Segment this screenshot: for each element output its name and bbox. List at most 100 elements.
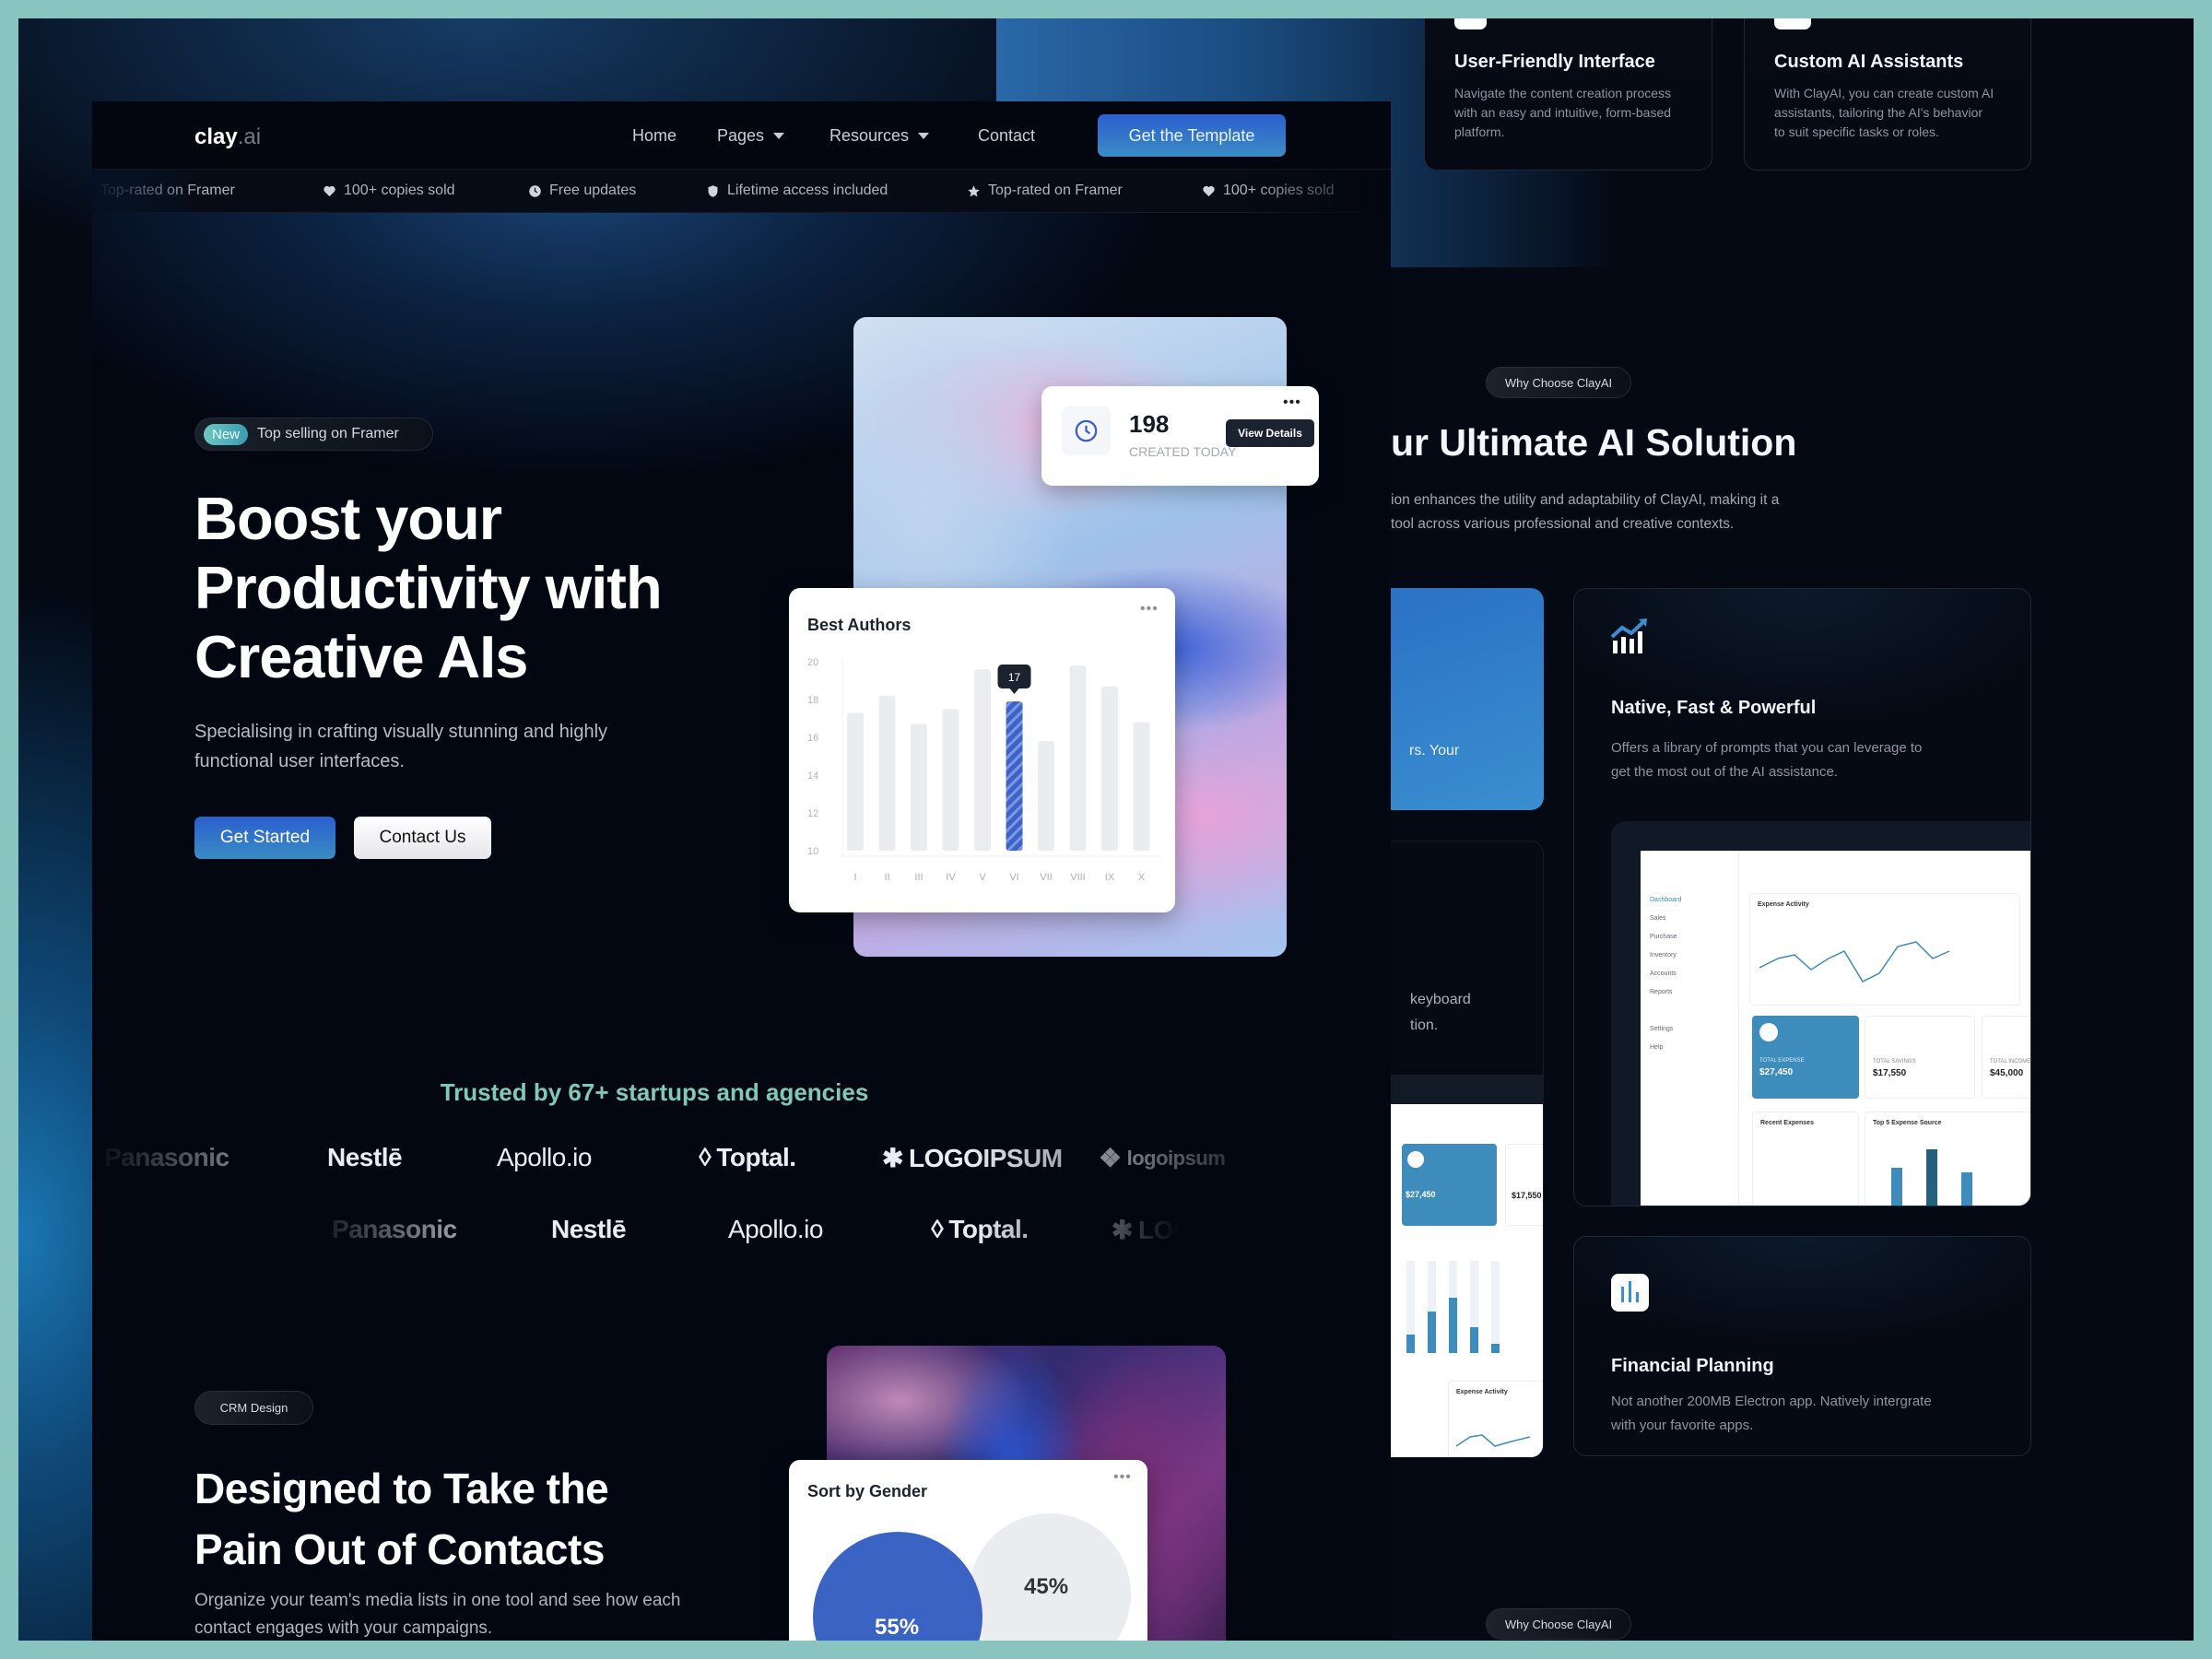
navbar: clay.ai Home Pages Resources Contact Get…: [92, 101, 1391, 170]
sidebar-item-dashboard[interactable]: Dashboard: [1650, 897, 1681, 903]
stat-card-total-expense: TOTAL EXPENSE $27,450: [1752, 1016, 1859, 1099]
ticker-item: 100+ copies sold: [323, 182, 455, 199]
nav-home[interactable]: Home: [632, 126, 677, 146]
ticker-bar: Top-rated on Framer 100+ copies sold Fre…: [92, 170, 1391, 213]
stat-label: CREATED TODAY: [1129, 444, 1237, 459]
logo-toptal: ◊ Toptal.: [931, 1215, 1029, 1243]
dashboard-frame: Dashboard Sales Purchase Inventory Accou…: [1611, 821, 2030, 1206]
x-tick-label: IX: [1105, 872, 1115, 883]
trusted-heading: Trusted by 67+ startups and agencies: [440, 1078, 869, 1106]
nav-pages[interactable]: Pages: [717, 126, 785, 146]
mini-line-chart: [1456, 1434, 1531, 1447]
logo-logoipsum-caps: ✱ LOGOIPSUM: [882, 1143, 1063, 1173]
stat-value: $45,000: [1990, 1068, 2024, 1078]
bar-III[interactable]: [911, 724, 927, 851]
nav-resources[interactable]: Resources: [830, 126, 930, 146]
stat-label: TOTAL SAVINGS: [1873, 1059, 1916, 1065]
x-tick-label: II: [884, 872, 889, 883]
chevron-down-icon: [918, 133, 930, 139]
nav-contact[interactable]: Contact: [978, 126, 1035, 146]
contact-us-button[interactable]: Contact Us: [354, 817, 491, 859]
logo-apollo: Apollo.io: [728, 1215, 823, 1243]
chevron-down-icon: [773, 133, 785, 139]
heart-icon: [1203, 185, 1215, 196]
get-template-button[interactable]: Get the Template: [1098, 114, 1286, 157]
clock-icon-box: [1062, 406, 1111, 455]
bar-VIII[interactable]: [1069, 665, 1087, 851]
y-tick-label: 12: [807, 808, 818, 819]
stat-card-savings: $17,550: [1505, 1144, 1543, 1226]
hero-subtitle: Specialising in crafting visually stunni…: [194, 722, 608, 771]
why-choose-tag-bottom: Why Choose ClayAI: [1486, 1608, 1631, 1640]
x-tick-label: X: [1138, 872, 1146, 883]
card-text: rs. Your: [1409, 743, 1460, 759]
logo-apollo: Apollo.io: [497, 1143, 592, 1171]
gender-bubble-55: 55%: [813, 1532, 982, 1641]
panel-title: Top 5 Expense Source: [1873, 1120, 1942, 1126]
feature-desc: Offers a library of prompts that you can…: [1611, 740, 1923, 780]
badge-text: Top selling on Framer: [257, 426, 399, 441]
stat-label: TOTAL EXPENSE: [1759, 1058, 1805, 1064]
star-icon: [92, 184, 93, 198]
bar-IV[interactable]: [942, 709, 959, 851]
more-options-icon[interactable]: •••: [1283, 395, 1301, 410]
toptal-mark-icon: ◊: [931, 1215, 944, 1243]
percent-label: 45%: [1024, 1574, 1069, 1599]
feature-desc: Not another 200MB Electron app. Natively…: [1611, 1394, 1932, 1433]
get-started-button[interactable]: Get Started: [194, 817, 335, 859]
bar-tooltip-value: 17: [1008, 671, 1021, 684]
bar-IX[interactable]: [1101, 686, 1118, 851]
created-today-card: 198 CREATED TODAY ••• View Details: [1041, 386, 1319, 486]
best-authors-card: Best Authors ••• 20 18 16 14 12 10 I II III IV V VI…: [789, 588, 1175, 912]
stat-value: 198: [1129, 410, 1170, 438]
x-tick-label: V: [979, 872, 986, 883]
crm-title: Designed to Take the Pain Out of Contacts: [194, 1465, 609, 1573]
sidebar-item-inventory[interactable]: Inventory: [1650, 952, 1677, 959]
sidebar-item-sales[interactable]: Sales: [1650, 915, 1666, 922]
view-details-tooltip[interactable]: View Details: [1226, 419, 1314, 447]
bar-VII[interactable]: [1038, 741, 1054, 851]
sidebar-item-reports[interactable]: Reports: [1650, 989, 1673, 995]
logo-row-2: Panasonic Nestlē Apollo.io ◊ Toptal. ✱ LOG…: [92, 1204, 1391, 1259]
sidebar-item-settings[interactable]: Settings: [1650, 1026, 1673, 1032]
y-tick-label: 10: [807, 846, 818, 857]
mini-expense-chart: Expense Activity: [1448, 1381, 1543, 1457]
y-tick-label: 16: [807, 733, 818, 744]
ticker-item: Lifetime access included: [706, 182, 888, 199]
feature-card-native: Native, Fast & Powerful Offers a library…: [1573, 588, 2031, 1206]
percent-label: 55%: [875, 1615, 920, 1640]
x-tick-label: IV: [946, 872, 956, 883]
bar-X[interactable]: [1133, 722, 1150, 851]
crm-desc: Organize your team's media lists in one …: [194, 1591, 681, 1638]
shield-icon: [708, 184, 718, 197]
feature-card-custom-ai: Custom AI Assistants With ClayAI, you ca…: [1744, 18, 2031, 171]
logo[interactable]: clay.ai: [194, 124, 261, 150]
bar-chart-icon: [1611, 1274, 1649, 1312]
bar-II[interactable]: [878, 695, 896, 851]
sidebar-item-purchase[interactable]: Purchase: [1650, 934, 1677, 940]
ticker-item: Top-rated on Framer: [967, 182, 1123, 199]
tooltip-pointer: [1009, 688, 1019, 695]
ticker-item: Top-rated on Framer: [92, 182, 235, 199]
star-icon: [968, 184, 980, 196]
sidebar-item-help[interactable]: Help: [1650, 1044, 1663, 1051]
stat-card-income: TOTAL INCOME $45,000: [1982, 1016, 2030, 1099]
bar-V[interactable]: [974, 669, 991, 851]
sidebar-item-accounts[interactable]: Accounts: [1650, 971, 1677, 977]
screenshot-canvas: User-Friendly Interface Navigate the con…: [18, 18, 2194, 1641]
bar-I[interactable]: [847, 712, 864, 851]
dashboard-sidebar: Dashboard Sales Purchase Inventory Accou…: [1641, 851, 1739, 1206]
bar-VI[interactable]: [1006, 701, 1023, 851]
feature-title: Native, Fast & Powerful: [1611, 698, 1817, 718]
card-text: keyboard tion.: [1410, 992, 1471, 1033]
feature-icon: [1774, 18, 1811, 29]
logo-nestle: Nestlē: [327, 1143, 403, 1171]
panel-title: Recent Expenses: [1760, 1120, 1814, 1126]
stat-value: $27,450: [1759, 1067, 1794, 1077]
more-options-icon[interactable]: •••: [1113, 1470, 1132, 1485]
logoipsum-mark-icon: ❖: [1099, 1144, 1122, 1172]
recent-expenses: Recent Expenses: [1752, 1112, 1859, 1206]
sort-by-gender-card: Sort by Gender ••• 45% 55%: [789, 1460, 1147, 1641]
stat-value: $27,450: [1406, 1190, 1436, 1199]
y-tick-label: 14: [807, 771, 818, 782]
